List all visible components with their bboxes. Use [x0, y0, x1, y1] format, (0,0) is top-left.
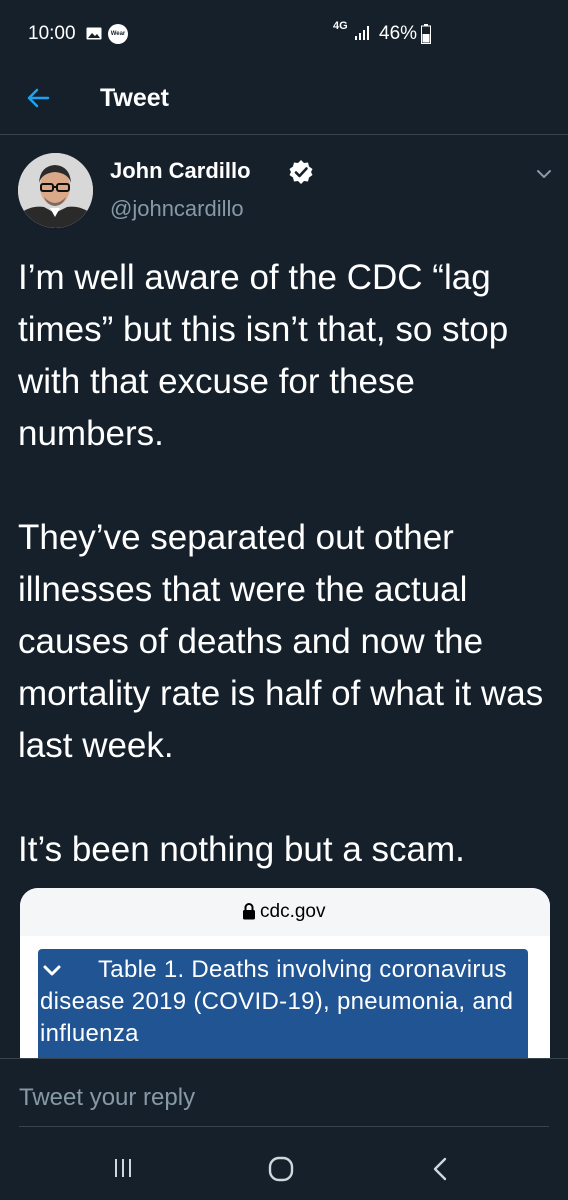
avatar-image [18, 153, 93, 228]
reply-input[interactable]: Tweet your reply [19, 1084, 195, 1112]
reply-bar: Tweet your reply [0, 1058, 568, 1137]
page-title: Tweet [100, 84, 169, 112]
table-title-text: Table 1. Deaths involving coronavirus di… [40, 956, 514, 1047]
url-text: cdc.gov [260, 901, 326, 922]
author-handle[interactable]: @johncardillo [110, 196, 244, 222]
back-icon[interactable] [432, 1156, 448, 1182]
app-header: Tweet [0, 64, 568, 135]
verified-badge-icon [289, 160, 313, 184]
reply-divider [19, 1126, 549, 1127]
recents-icon[interactable] [112, 1157, 134, 1179]
back-arrow-icon[interactable] [24, 84, 52, 112]
chevron-down-icon[interactable] [534, 164, 554, 184]
home-icon[interactable] [268, 1156, 294, 1182]
status-bar: 10:00 Wear 4G 46% [0, 0, 568, 64]
tweet-text: I’m well aware of the CDC “lag times” bu… [18, 252, 553, 876]
signal-icon [355, 26, 369, 40]
tweet-paragraph: They’ve separated out other illnesses th… [18, 518, 544, 765]
browser-url-bar: cdc.gov [20, 888, 550, 936]
avatar[interactable] [18, 153, 93, 228]
gallery-icon [86, 27, 102, 40]
tweet-paragraph: It’s been nothing but a scam. [18, 830, 465, 869]
author-name[interactable]: John Cardillo [110, 158, 251, 184]
lock-icon [243, 903, 255, 920]
network-indicator: 4G [333, 20, 348, 32]
table-title: Table 1. Deaths involving coronavirus di… [40, 954, 520, 1050]
battery-percent: 46% [379, 23, 418, 44]
wear-icon: Wear [108, 24, 128, 44]
tweet-paragraph: I’m well aware of the CDC “lag times” bu… [18, 258, 509, 453]
battery-icon [421, 24, 431, 44]
system-nav-bar [0, 1136, 568, 1200]
status-time: 10:00 [28, 23, 76, 44]
